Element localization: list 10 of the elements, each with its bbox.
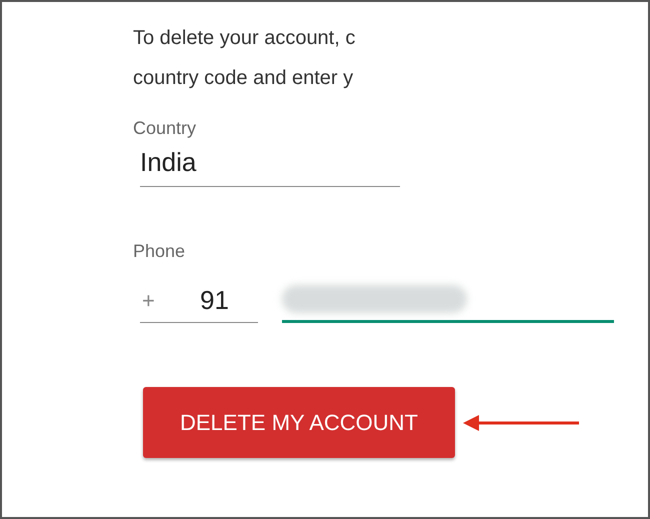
country-field[interactable]: India bbox=[140, 147, 400, 187]
field-label: Country bbox=[133, 118, 198, 139]
delete-account-button[interactable]: DELETE MY ACCOUNT bbox=[143, 387, 455, 458]
country-code: 91 bbox=[200, 285, 229, 316]
plus-sign: + bbox=[141, 288, 156, 314]
instruction-text: To delete your account, c bbox=[133, 26, 356, 51]
instruction-text: country code and enter y bbox=[133, 66, 354, 91]
arrow-icon bbox=[463, 414, 579, 430]
country-code-field[interactable]: + 91 bbox=[140, 285, 258, 323]
field-label: Phone bbox=[133, 241, 186, 262]
